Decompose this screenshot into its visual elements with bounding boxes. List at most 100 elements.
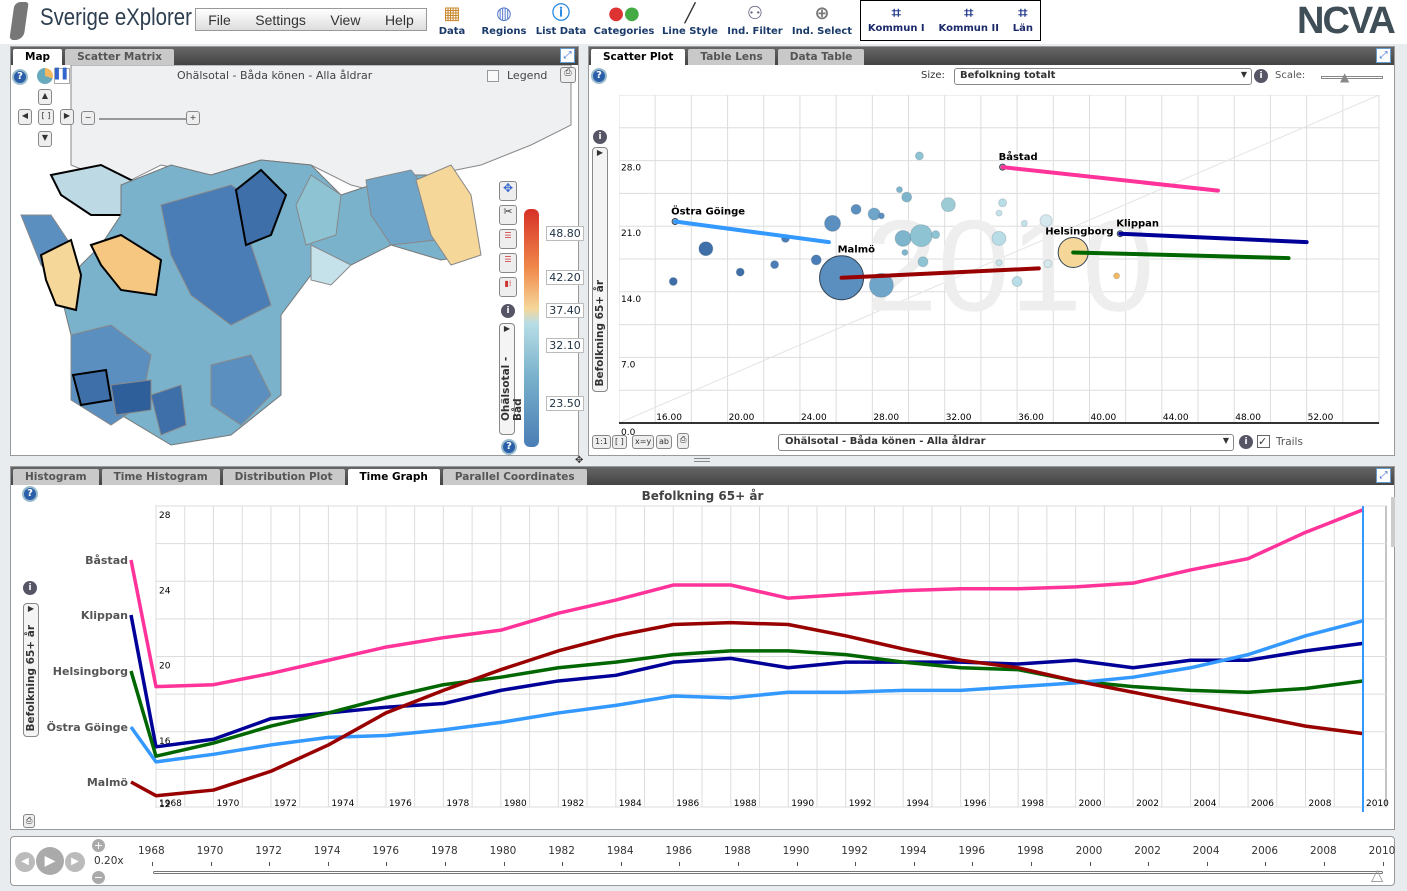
year-label[interactable]: 2002 bbox=[1134, 845, 1161, 857]
info-icon[interactable]: i bbox=[1254, 69, 1268, 83]
tab-scatter-matrix[interactable]: Scatter Matrix bbox=[65, 49, 175, 65]
aspect-1-1-button[interactable]: 1:1 bbox=[592, 435, 611, 449]
tab-table-lens[interactable]: Table Lens bbox=[688, 49, 775, 65]
zoom-in-button[interactable]: + bbox=[186, 111, 200, 125]
list-data-button[interactable]: ⓘ List Data bbox=[530, 2, 592, 37]
y-axis-selector[interactable]: ▶ Befolkning 65+ år bbox=[592, 147, 608, 392]
filter-high-icon[interactable]: ☰ bbox=[499, 229, 517, 249]
zoom-extent-button[interactable]: [ ] bbox=[38, 109, 54, 125]
map-canvas[interactable] bbox=[11, 65, 578, 455]
menu-file[interactable]: File bbox=[208, 12, 231, 28]
pie-chart-icon[interactable] bbox=[37, 68, 53, 84]
legend-value[interactable]: 37.40 bbox=[546, 303, 584, 318]
print-icon[interactable]: ⎙ bbox=[677, 433, 690, 449]
kommun-ii-button[interactable]: ⌗ Kommun II bbox=[939, 1, 999, 40]
size-select[interactable]: Befolkning totalt ▼ bbox=[954, 68, 1252, 85]
filter-low-icon[interactable]: ☰ bbox=[499, 253, 517, 273]
info-icon[interactable]: i bbox=[593, 130, 607, 144]
maximize-icon[interactable]: ⤢ bbox=[1376, 468, 1391, 483]
legend-checkbox[interactable] bbox=[487, 70, 499, 82]
year-label[interactable]: 1968 bbox=[138, 845, 165, 857]
trails-checkbox[interactable]: ✓ bbox=[1257, 435, 1270, 448]
tab-parallel-coordinates[interactable]: Parallel Coordinates bbox=[442, 469, 587, 485]
labels-button[interactable]: ab bbox=[656, 435, 672, 449]
pan-tool-icon[interactable]: ✥ bbox=[499, 181, 517, 201]
year-label[interactable]: 1982 bbox=[548, 845, 575, 857]
time-track[interactable] bbox=[153, 871, 1383, 874]
color-scheme-icon[interactable]: ▮⁞ bbox=[499, 277, 517, 297]
info-icon[interactable]: i bbox=[1239, 435, 1253, 449]
maximize-icon[interactable]: ⤢ bbox=[560, 48, 575, 63]
year-label[interactable]: 2006 bbox=[1251, 845, 1278, 857]
scrollbar[interactable] bbox=[1391, 497, 1395, 547]
help-icon[interactable]: ? bbox=[501, 439, 517, 455]
year-label[interactable]: 1978 bbox=[431, 845, 458, 857]
resize-icon[interactable]: ✥ bbox=[575, 455, 583, 466]
pan-up-button[interactable]: ▲ bbox=[38, 89, 52, 105]
tab-time-graph[interactable]: Time Graph bbox=[347, 469, 440, 485]
select-tool-icon[interactable]: ✂ bbox=[499, 205, 517, 225]
kommun-i-button[interactable]: ⌗ Kommun I bbox=[868, 1, 925, 40]
year-label[interactable]: 1992 bbox=[841, 845, 868, 857]
map-indicator-selector[interactable]: ▶ Ohälsotal - Båd bbox=[499, 323, 524, 435]
maximize-icon[interactable]: ⤢ bbox=[1376, 48, 1391, 63]
scatter-plot[interactable]: 2010 16.00 20.00 24.00 28.00 32.00 36.00 40.00 4… bbox=[619, 95, 1389, 435]
year-label[interactable]: 1980 bbox=[490, 845, 517, 857]
time-graph[interactable]: 12162024281968 1970 1972 1974 1976 1978 1980 19… bbox=[11, 497, 1394, 815]
zoom-extent-button[interactable]: [ ] bbox=[612, 435, 627, 449]
year-label[interactable]: 1988 bbox=[724, 845, 751, 857]
tab-time-histogram[interactable]: Time Histogram bbox=[101, 469, 220, 485]
year-label[interactable]: 2008 bbox=[1310, 845, 1337, 857]
year-label[interactable]: 2000 bbox=[1076, 845, 1103, 857]
scale-slider[interactable]: ▲ bbox=[1321, 70, 1383, 84]
legend-value[interactable]: 42.20 bbox=[546, 270, 584, 285]
year-label[interactable]: 1986 bbox=[665, 845, 692, 857]
splitter-handle[interactable] bbox=[694, 458, 710, 462]
year-label[interactable]: 1998 bbox=[1017, 845, 1044, 857]
slow-down-button[interactable]: − bbox=[92, 871, 105, 884]
year-label[interactable]: 1984 bbox=[607, 845, 634, 857]
year-label[interactable]: 1970 bbox=[197, 845, 224, 857]
zoom-out-button[interactable]: − bbox=[81, 111, 95, 125]
legend-value[interactable]: 48.80 bbox=[546, 226, 584, 241]
menu-help[interactable]: Help bbox=[385, 12, 414, 28]
zoom-slider[interactable] bbox=[99, 118, 187, 120]
x-axis-select[interactable]: Ohälsotal - Båda könen - Alla åldrar ▼ bbox=[778, 434, 1234, 451]
year-label[interactable]: 1990 bbox=[783, 845, 810, 857]
tab-data-table[interactable]: Data Table bbox=[777, 49, 865, 65]
slider-thumb[interactable]: ▲ bbox=[1340, 70, 1349, 84]
tab-histogram[interactable]: Histogram bbox=[13, 469, 99, 485]
print-icon[interactable]: ⎙ bbox=[23, 814, 36, 828]
legend-value[interactable]: 23.50 bbox=[546, 396, 584, 411]
line-style-button[interactable]: ╱ Line Style bbox=[659, 2, 721, 37]
time-thumb[interactable]: △ bbox=[1371, 865, 1383, 884]
regions-button[interactable]: ◍ Regions bbox=[473, 2, 535, 37]
lan-button[interactable]: ⌗ Län bbox=[1013, 1, 1033, 40]
year-label[interactable]: 1972 bbox=[255, 845, 282, 857]
help-icon[interactable]: ? bbox=[12, 69, 28, 85]
ind-select-button[interactable]: ⊕ Ind. Select bbox=[791, 2, 853, 37]
categories-icon: ●● bbox=[608, 3, 640, 24]
year-label[interactable]: 1994 bbox=[900, 845, 927, 857]
categories-button[interactable]: ●● Categories bbox=[593, 2, 655, 37]
year-label[interactable]: 1996 bbox=[958, 845, 985, 857]
diagonal-button[interactable]: x=y bbox=[632, 435, 655, 449]
print-icon[interactable]: ⎙ bbox=[560, 67, 576, 83]
bar-chart-icon[interactable]: ▌▌ bbox=[54, 68, 70, 84]
ind-filter-button[interactable]: ⚇ Ind. Filter bbox=[724, 2, 786, 37]
tab-scatter-plot[interactable]: Scatter Plot bbox=[591, 49, 686, 65]
year-label[interactable]: 2004 bbox=[1193, 845, 1220, 857]
info-icon[interactable]: i bbox=[501, 304, 515, 318]
tab-map[interactable]: Map bbox=[13, 49, 63, 65]
legend-value[interactable]: 32.10 bbox=[546, 338, 584, 353]
help-icon[interactable]: ? bbox=[591, 68, 607, 84]
menu-settings[interactable]: Settings bbox=[255, 12, 306, 28]
year-label[interactable]: 1974 bbox=[314, 845, 341, 857]
tab-distribution-plot[interactable]: Distribution Plot bbox=[222, 469, 345, 485]
year-label[interactable]: 2010 bbox=[1369, 845, 1396, 857]
pan-left-button[interactable]: ◀ bbox=[18, 109, 32, 125]
year-label[interactable]: 1976 bbox=[372, 845, 399, 857]
menu-view[interactable]: View bbox=[330, 12, 360, 28]
pan-right-button[interactable]: ▶ bbox=[60, 109, 74, 125]
pan-down-button[interactable]: ▼ bbox=[38, 131, 52, 147]
